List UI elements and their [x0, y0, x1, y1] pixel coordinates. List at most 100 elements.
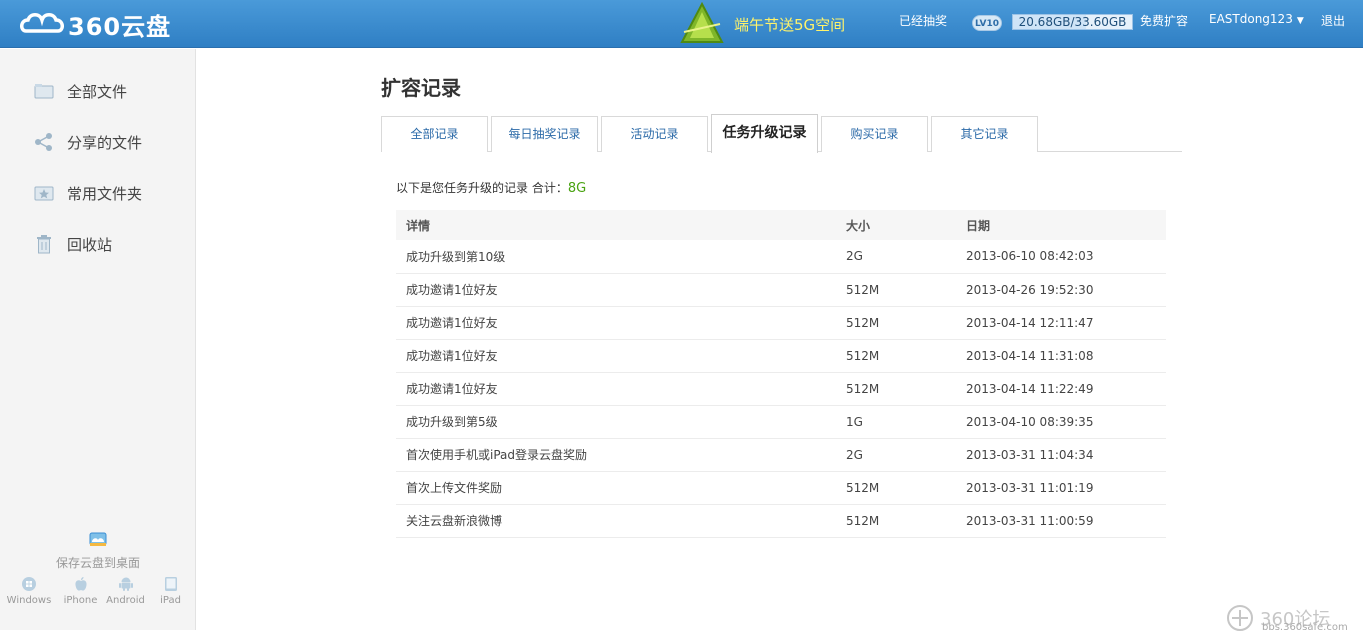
tab-other[interactable]: 其它记录: [931, 116, 1038, 152]
platform-ipad[interactable]: iPad: [148, 575, 193, 606]
sidebar-item-shared-files[interactable]: 分享的文件: [34, 130, 142, 154]
tab-task-upgrade[interactable]: 任务升级记录: [711, 114, 818, 153]
sidebar-item-recycle-bin[interactable]: 回收站: [34, 232, 112, 256]
quota-text: 20.68GB/33.60GB: [1018, 15, 1127, 29]
desktop-shortcut-icon: [89, 532, 107, 552]
tab-daily-lottery[interactable]: 每日抽奖记录: [491, 116, 598, 152]
table-row: 成功邀请1位好友 512M 2013-04-26 19:52:30: [396, 273, 1166, 307]
platform-label: Windows: [6, 595, 52, 606]
cell-size: 1G: [836, 405, 956, 439]
cell-date: 2013-04-14 12:11:47: [956, 306, 1166, 340]
table-row: 首次使用手机或iPad登录云盘奖励 2G 2013-03-31 11:04:34: [396, 438, 1166, 472]
cell-size: 512M: [836, 339, 956, 373]
cloud-logo-icon: [20, 13, 64, 33]
sidebar-item-label: 分享的文件: [67, 133, 143, 152]
watermark-logo-icon: [1227, 605, 1253, 631]
cell-size: 512M: [836, 273, 956, 307]
cell-detail: 成功升级到第5级: [396, 405, 836, 439]
sidebar-item-label: 常用文件夹: [67, 184, 143, 203]
table-row: 成功邀请1位好友 512M 2013-04-14 11:22:49: [396, 372, 1166, 406]
header-detail: 详情: [396, 210, 836, 240]
cell-date: 2013-04-10 08:39:35: [956, 405, 1166, 439]
cell-date: 2013-04-14 11:31:08: [956, 339, 1166, 373]
cell-date: 2013-03-31 11:00:59: [956, 504, 1166, 538]
table-row: 关注云盘新浪微博 512M 2013-03-31 11:00:59: [396, 504, 1166, 538]
table-body: 成功升级到第10级 2G 2013-06-10 08:42:03 成功邀请1位好友 51…: [396, 240, 1166, 538]
android-icon: [118, 577, 133, 591]
ipad-icon: [164, 577, 177, 591]
table-header-row: 详情 大小 日期: [396, 210, 1166, 240]
records-table: 详情 大小 日期 成功升级到第10级 2G 2013-06-10 08:42:03 成…: [396, 210, 1166, 538]
summary-text: 以下是您任务升级的记录 合计：: [396, 181, 568, 195]
cell-date: 2013-04-14 11:22:49: [956, 372, 1166, 406]
logo-text: 360云盘: [68, 12, 172, 41]
platform-windows[interactable]: Windows: [0, 575, 58, 606]
platform-label: Android: [106, 595, 145, 606]
cell-date: 2013-03-31 11:01:19: [956, 471, 1166, 505]
free-expand-link[interactable]: 免费扩容: [1140, 12, 1188, 29]
promo-text: 端午节送5G空间: [734, 15, 846, 34]
trash-icon: [34, 234, 54, 254]
username: EASTdong123: [1209, 12, 1293, 26]
sidebar-item-label: 回收站: [67, 235, 113, 254]
table-row: 成功邀请1位好友 512M 2013-04-14 11:31:08: [396, 339, 1166, 373]
cell-size: 512M: [836, 504, 956, 538]
platform-label: iPad: [160, 595, 181, 606]
table-row: 成功升级到第10级 2G 2013-06-10 08:42:03: [396, 240, 1166, 274]
star-folder-icon: [34, 183, 54, 203]
sidebar-item-all-files[interactable]: 全部文件: [34, 79, 127, 103]
cell-detail: 成功邀请1位好友: [396, 372, 836, 406]
folder-icon: [34, 81, 54, 101]
platform-android[interactable]: Android: [103, 575, 148, 606]
platform-label: iPhone: [63, 595, 98, 606]
cell-detail: 首次使用手机或iPad登录云盘奖励: [396, 438, 836, 472]
user-menu[interactable]: EASTdong123 ▼: [1209, 12, 1304, 26]
cell-date: 2013-04-26 19:52:30: [956, 273, 1166, 307]
logo[interactable]: 360云盘: [20, 8, 172, 41]
apple-icon: [74, 577, 87, 591]
sidebar-item-label: 全部文件: [67, 82, 128, 101]
tab-all-records[interactable]: 全部记录: [381, 116, 488, 152]
table-row: 成功邀请1位好友 512M 2013-04-14 12:11:47: [396, 306, 1166, 340]
share-icon: [34, 132, 54, 152]
zongzi-icon: [680, 2, 724, 43]
cell-detail: 成功邀请1位好友: [396, 306, 836, 340]
platform-iphone[interactable]: iPhone: [58, 575, 103, 606]
cell-size: 512M: [836, 306, 956, 340]
page-title: 扩容记录: [381, 76, 461, 100]
header-date: 日期: [956, 210, 1166, 240]
cell-size: 2G: [836, 438, 956, 472]
cell-size: 2G: [836, 240, 956, 274]
promo-banner[interactable]: 端午节送5G空间: [676, 0, 845, 48]
cell-detail: 关注云盘新浪微博: [396, 504, 836, 538]
sidebar-item-favorite-folders[interactable]: 常用文件夹: [34, 181, 142, 205]
platform-links: Windows iPhone Android iPad: [0, 575, 196, 606]
windows-icon: [22, 577, 36, 591]
save-to-desktop[interactable]: 保存云盘到桌面: [0, 532, 196, 571]
cell-date: 2013-03-31 11:04:34: [956, 438, 1166, 472]
cell-detail: 成功升级到第10级: [396, 240, 836, 274]
save-to-desktop-label: 保存云盘到桌面: [55, 556, 140, 570]
records-summary: 以下是您任务升级的记录 合计：8G: [396, 179, 586, 196]
record-tabs: 全部记录 每日抽奖记录 活动记录 任务升级记录 购买记录 其它记录: [381, 114, 1182, 153]
cell-detail: 首次上传文件奖励: [396, 471, 836, 505]
summary-total: 8G: [567, 181, 587, 196]
cell-size: 512M: [836, 372, 956, 406]
quota-bar[interactable]: 20.68GB/33.60GB: [1012, 14, 1133, 30]
chevron-down-icon: ▼: [1296, 16, 1304, 26]
header-size: 大小: [836, 210, 956, 240]
table-row: 成功升级到第5级 1G 2013-04-10 08:39:35: [396, 405, 1166, 439]
cell-date: 2013-06-10 08:42:03: [956, 240, 1166, 274]
tab-activity[interactable]: 活动记录: [601, 116, 708, 152]
sidebar: 全部文件 分享的文件 常用文件夹 回收站 保存云盘到桌面 Windows iPh…: [0, 49, 196, 630]
lottery-link[interactable]: 已经抽奖: [899, 12, 947, 29]
table-row: 首次上传文件奖励 512M 2013-03-31 11:01:19: [396, 471, 1166, 505]
cell-detail: 成功邀请1位好友: [396, 273, 836, 307]
logout-link[interactable]: 退出: [1321, 12, 1345, 29]
cell-size: 512M: [836, 471, 956, 505]
top-header: 360云盘 端午节送5G空间 已经抽奖 LV10 20.68GB/33.60GB…: [0, 0, 1363, 48]
cell-detail: 成功邀请1位好友: [396, 339, 836, 373]
level-badge[interactable]: LV10: [972, 15, 1002, 31]
tab-purchase[interactable]: 购买记录: [821, 116, 928, 152]
watermark-url: bbs.360safe.com: [1262, 622, 1348, 633]
